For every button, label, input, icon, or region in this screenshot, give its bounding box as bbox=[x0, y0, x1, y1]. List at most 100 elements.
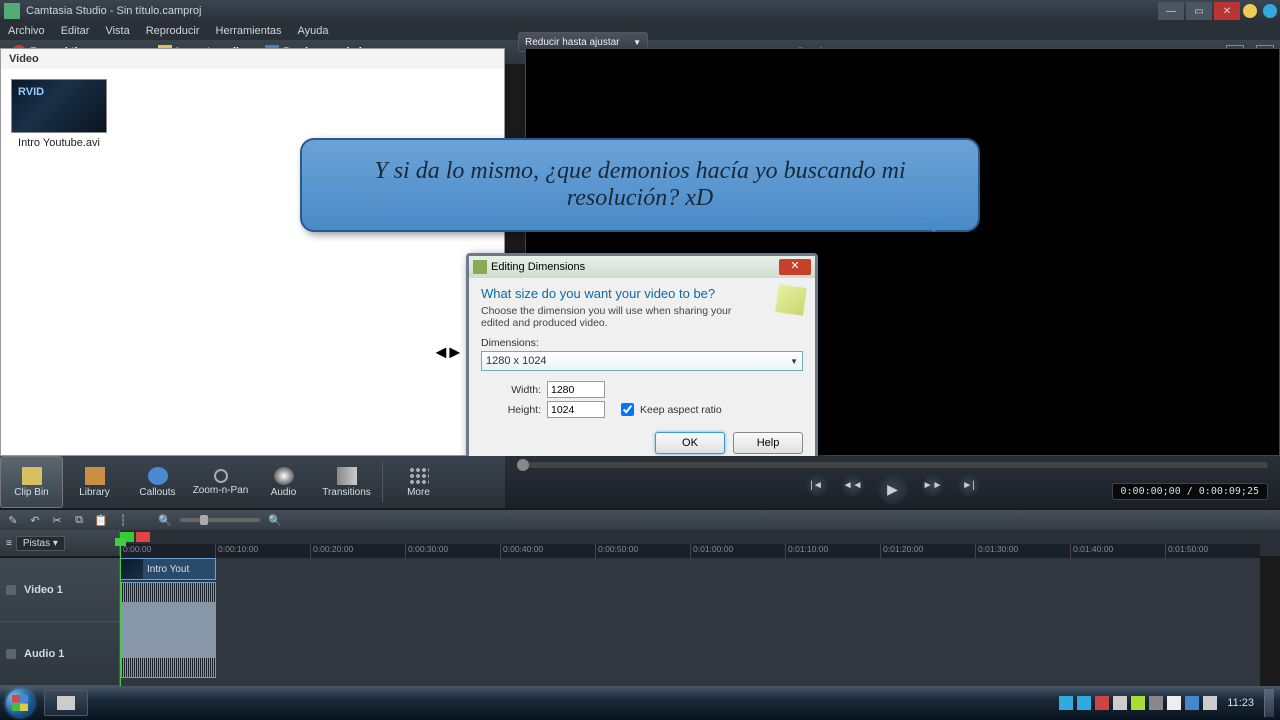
width-input[interactable] bbox=[547, 381, 605, 398]
dialog-close-button[interactable]: ✕ bbox=[779, 259, 811, 275]
menu-editar[interactable]: Editar bbox=[53, 25, 98, 37]
play-button[interactable]: ▶ bbox=[878, 474, 908, 504]
tip-icon[interactable] bbox=[1243, 4, 1257, 18]
tray-icon-1[interactable] bbox=[1059, 696, 1073, 710]
audio-clip[interactable] bbox=[120, 582, 216, 678]
window-title: Camtasia Studio - Sin título.camproj bbox=[24, 5, 1156, 17]
tool-more[interactable]: More bbox=[387, 456, 450, 508]
clip-bin-icon bbox=[22, 467, 42, 485]
volume-icon[interactable] bbox=[1167, 696, 1181, 710]
tool-library[interactable]: Library bbox=[63, 456, 126, 508]
taskbar-app[interactable] bbox=[44, 690, 88, 716]
video-track-label[interactable]: Video 1 bbox=[0, 558, 119, 622]
tray-icon-5[interactable] bbox=[1149, 696, 1163, 710]
video-clip-name: Intro Yout bbox=[143, 564, 193, 575]
playback-bar: |◄ ◄◄ ▶ ►► ►| 0:00:00;00 / 0:00:09;25 bbox=[505, 456, 1280, 508]
tool-clip-bin[interactable]: Clip Bin bbox=[0, 456, 63, 508]
dialog-title-bar[interactable]: Editing Dimensions ✕ bbox=[469, 256, 815, 278]
zoom-slider[interactable] bbox=[180, 518, 260, 522]
tray-icon-6[interactable] bbox=[1203, 696, 1217, 710]
dimensions-dropdown[interactable]: 1280 x 1024▼ bbox=[481, 351, 803, 371]
tracks-menu-icon[interactable]: ≡ bbox=[6, 538, 12, 549]
clip-bin-panel: Video Intro Youtube.avi bbox=[0, 48, 505, 456]
rewind-button[interactable]: ◄◄ bbox=[842, 474, 864, 496]
tool-transitions[interactable]: Transitions bbox=[315, 456, 378, 508]
dialog-icon bbox=[473, 260, 487, 274]
windows-orb-icon bbox=[6, 689, 34, 717]
scrub-bar[interactable] bbox=[517, 462, 1268, 468]
zoom-icon bbox=[214, 469, 228, 483]
zoom-out-icon[interactable]: 🔍 bbox=[158, 513, 172, 527]
tray-expand-icon[interactable] bbox=[1113, 696, 1127, 710]
copy-icon[interactable]: ⧉ bbox=[72, 513, 86, 527]
scrub-knob[interactable] bbox=[517, 459, 529, 471]
menu-ayuda[interactable]: Ayuda bbox=[290, 25, 337, 37]
ok-button[interactable]: OK bbox=[655, 432, 725, 454]
tl-tool-2[interactable]: ↶ bbox=[28, 513, 42, 527]
clip-bin-header: Video bbox=[1, 49, 504, 69]
callout-bubble: Y si da lo mismo, ¿que demonios hacía yo… bbox=[300, 138, 980, 232]
network-icon[interactable] bbox=[1185, 696, 1199, 710]
cut-icon[interactable]: ✂ bbox=[50, 513, 64, 527]
timeline-ruler[interactable]: 0:00:000:00:10:000:00:20:000:00:30:000:0… bbox=[120, 544, 1260, 558]
waveform bbox=[121, 583, 215, 677]
next-button[interactable]: ►| bbox=[958, 474, 980, 496]
more-icon bbox=[409, 467, 429, 485]
help-icon[interactable] bbox=[1263, 4, 1277, 18]
taskbar: 11:23 bbox=[0, 686, 1280, 720]
app-icon bbox=[4, 3, 20, 19]
minimize-button[interactable]: — bbox=[1158, 2, 1184, 20]
taskbar-clock[interactable]: 11:23 bbox=[1227, 697, 1254, 709]
editing-dimensions-dialog: Editing Dimensions ✕ What size do you wa… bbox=[466, 253, 818, 469]
split-icon[interactable]: ┆ bbox=[116, 513, 130, 527]
tool-callouts[interactable]: Callouts bbox=[126, 456, 189, 508]
transitions-icon bbox=[337, 467, 357, 485]
track-content[interactable]: Intro Yout bbox=[120, 558, 1260, 686]
menu-herramientas[interactable]: Herramientas bbox=[208, 25, 290, 37]
tool-strip: Clip Bin Library Callouts Zoom-n-Pan Aud… bbox=[0, 456, 505, 508]
height-input[interactable] bbox=[547, 401, 605, 418]
tray-icon-3[interactable] bbox=[1095, 696, 1109, 710]
zoom-in-icon[interactable]: 🔍 bbox=[268, 513, 282, 527]
library-icon bbox=[85, 467, 105, 485]
close-button[interactable]: ✕ bbox=[1214, 2, 1240, 20]
start-button[interactable] bbox=[0, 686, 40, 720]
clip-thumbnail-name: Intro Youtube.avi bbox=[11, 137, 107, 149]
dimensions-label: Dimensions: bbox=[481, 337, 803, 349]
menu-archivo[interactable]: Archivo bbox=[0, 25, 53, 37]
clip-thumbnail[interactable]: Intro Youtube.avi bbox=[11, 79, 107, 149]
dialog-question: What size do you want your video to be? bbox=[481, 286, 803, 301]
tool-audio[interactable]: Audio bbox=[252, 456, 315, 508]
paste-icon[interactable]: 📋 bbox=[94, 513, 108, 527]
tray-icon-4[interactable] bbox=[1131, 696, 1145, 710]
keep-aspect-checkbox[interactable] bbox=[621, 403, 634, 416]
menu-vista[interactable]: Vista bbox=[97, 25, 137, 37]
title-bar: Camtasia Studio - Sin título.camproj — ▭… bbox=[0, 0, 1280, 22]
tray-icon-2[interactable] bbox=[1077, 696, 1091, 710]
sticky-note-icon bbox=[775, 284, 807, 316]
menu-reproducir[interactable]: Reproducir bbox=[138, 25, 208, 37]
tracks-dropdown[interactable]: Pistas ▾ bbox=[16, 536, 65, 551]
keep-aspect-label: Keep aspect ratio bbox=[640, 404, 722, 416]
width-label: Width: bbox=[499, 384, 541, 396]
timeline-tracks: Video 1 Audio 1 Intro Yout bbox=[0, 558, 1260, 686]
taskbar-app-icon bbox=[57, 696, 75, 710]
tool-zoom-pan[interactable]: Zoom-n-Pan bbox=[189, 456, 252, 508]
height-label: Height: bbox=[499, 404, 541, 416]
forward-button[interactable]: ►► bbox=[922, 474, 944, 496]
prev-button[interactable]: |◄ bbox=[806, 474, 828, 496]
maximize-button[interactable]: ▭ bbox=[1186, 2, 1212, 20]
help-button[interactable]: Help bbox=[733, 432, 803, 454]
audio-track-label[interactable]: Audio 1 bbox=[0, 622, 119, 686]
resize-cursor-icon: ◄► bbox=[432, 342, 460, 363]
callouts-icon bbox=[148, 467, 168, 485]
dialog-title: Editing Dimensions bbox=[491, 261, 585, 273]
show-desktop-button[interactable] bbox=[1264, 689, 1274, 717]
playhead[interactable] bbox=[120, 544, 121, 686]
clip-thumbnail-image bbox=[11, 79, 107, 133]
timeline-toolbar: ✎ ↶ ✂ ⧉ 📋 ┆ 🔍 🔍 bbox=[0, 510, 1280, 530]
video-clip[interactable]: Intro Yout bbox=[120, 558, 216, 580]
tl-tool-1[interactable]: ✎ bbox=[6, 513, 20, 527]
out-marker[interactable] bbox=[136, 532, 150, 542]
system-tray: 11:23 bbox=[1059, 689, 1280, 717]
